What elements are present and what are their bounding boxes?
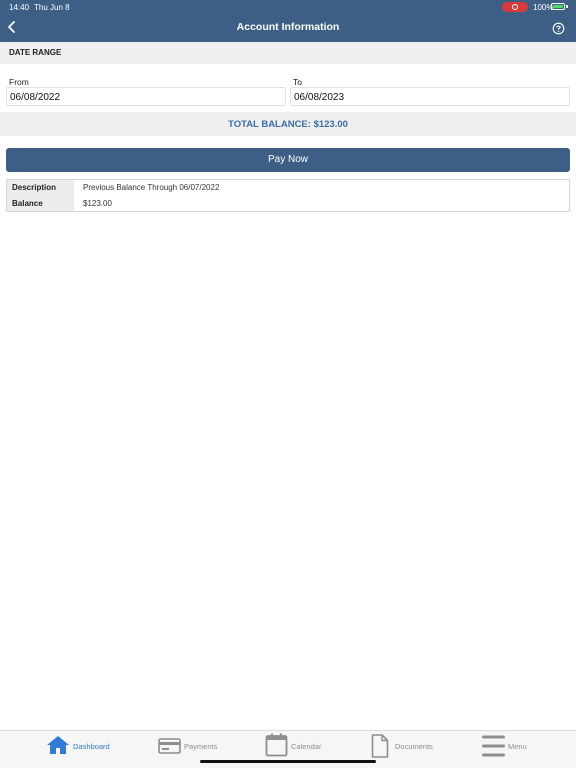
balance-details-table: Description Previous Balance Through 06/… (6, 179, 570, 212)
tab-label: Calendar (291, 742, 322, 751)
date-range-header: DATE RANGE (0, 42, 576, 64)
home-indicator (200, 760, 376, 763)
tab-label: Menu (508, 742, 527, 751)
screen-recording-icon (502, 2, 528, 12)
tab-calendar[interactable]: Calendar (265, 731, 345, 763)
from-label: From (9, 77, 29, 87)
pay-now-button[interactable]: Pay Now (6, 148, 570, 172)
description-value: Previous Balance Through 06/07/2022 (83, 183, 220, 192)
help-button[interactable] (552, 22, 565, 35)
total-balance: TOTAL BALANCE: $123.00 (228, 119, 348, 130)
calendar-icon (265, 733, 288, 757)
date-range-heading: DATE RANGE (9, 48, 62, 57)
tab-dashboard[interactable]: Dashboard (46, 731, 126, 763)
status-time: 14:40 (9, 3, 30, 12)
balance-value: $123.00 (83, 199, 112, 208)
credit-card-icon (158, 738, 181, 754)
tab-label: Documents (395, 742, 433, 751)
from-date-field[interactable]: 06/08/2022 (6, 87, 286, 106)
table-row: Description Previous Balance Through 06/… (7, 180, 569, 196)
home-icon (47, 736, 69, 754)
tab-label: Payments (184, 742, 218, 751)
table-row: Balance $123.00 (7, 196, 569, 211)
description-key: Description (7, 180, 74, 196)
tab-documents[interactable]: Documents (371, 731, 451, 763)
page-title: Account Information (236, 21, 340, 33)
battery-icon (551, 3, 565, 10)
document-icon (371, 734, 389, 758)
question-circle-icon (552, 22, 565, 35)
menu-icon (482, 735, 505, 757)
status-date: Thu Jun 8 (34, 3, 70, 12)
tab-payments[interactable]: Payments (158, 731, 238, 763)
tab-label: Dashboard (73, 742, 110, 751)
to-date-field[interactable]: 06/08/2023 (290, 87, 570, 106)
total-balance-bar: TOTAL BALANCE: $123.00 (0, 112, 576, 136)
tab-menu[interactable]: Menu (482, 731, 552, 763)
status-bar: 14:40 Thu Jun 8 100% (0, 0, 576, 14)
to-label: To (293, 77, 302, 87)
balance-key: Balance (7, 196, 74, 211)
